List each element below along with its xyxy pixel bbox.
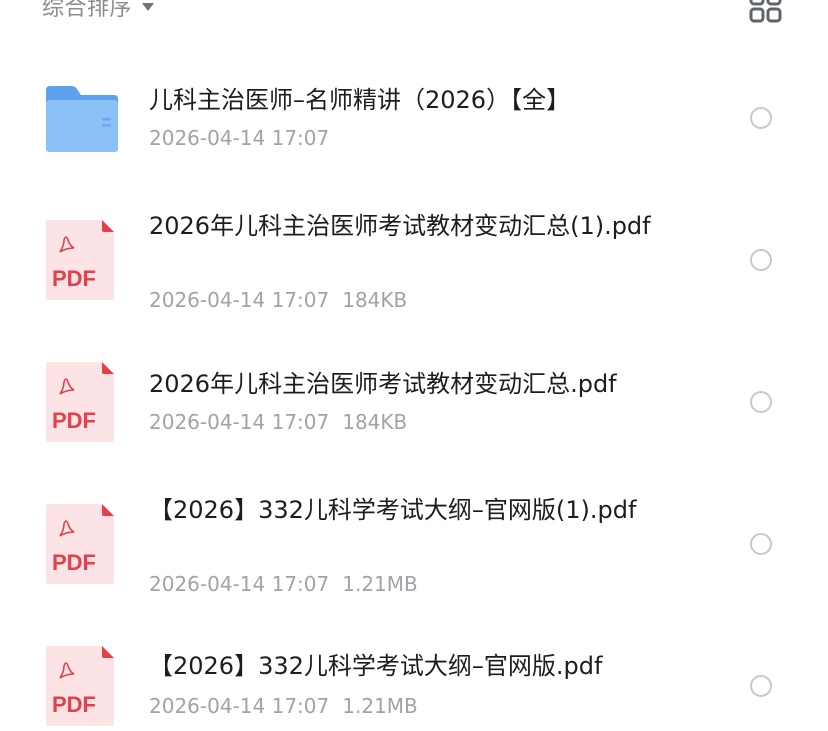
file-date: 2026-04-14 17:07 — [149, 694, 330, 718]
file-list-page: 综合排序 儿科主治医师–名师精讲（2026）【全】 2026-04-14 17:… — [0, 0, 828, 731]
sort-label: 综合排序 — [42, 0, 133, 21]
file-meta: 2026-04-14 17:07 1.21MB — [149, 694, 418, 718]
pdf-file-icon: PDF — [44, 502, 120, 584]
pdf-file-icon: PDF — [44, 218, 120, 300]
select-radio[interactable] — [750, 249, 772, 271]
select-radio[interactable] — [750, 391, 772, 413]
file-meta: 2026-04-14 17:07 184KB — [149, 288, 407, 312]
select-radio[interactable] — [750, 675, 772, 697]
file-meta: 2026-04-14 17:07 1.21MB — [149, 572, 418, 596]
file-size: 184KB — [342, 410, 408, 434]
file-date: 2026-04-14 17:07 — [149, 126, 330, 150]
file-list-item[interactable]: PDF 【2026】332儿科学考试大纲–官网版.pdf 2026-04-14 … — [0, 634, 828, 731]
file-name: 2026年儿科主治医师考试教材变动汇总.pdf — [149, 370, 617, 398]
pdf-icon-text: PDF — [52, 692, 96, 717]
file-size: 184KB — [342, 288, 408, 312]
file-size: 1.21MB — [342, 694, 418, 718]
grid-view-icon[interactable] — [749, 0, 783, 24]
file-list-item[interactable]: PDF 2026年儿科主治医师考试教材变动汇总(1).pdf 2026-04-1… — [0, 200, 828, 320]
file-meta: 2026-04-14 17:07 — [149, 126, 329, 150]
file-size: 1.21MB — [342, 572, 418, 596]
file-meta: 2026-04-14 17:07 184KB — [149, 410, 407, 434]
select-radio[interactable] — [750, 533, 772, 555]
file-name: 【2026】332儿科学考试大纲–官网版.pdf — [149, 652, 603, 680]
caret-down-icon — [142, 3, 155, 11]
pdf-icon-text: PDF — [52, 408, 96, 433]
file-list-item[interactable]: PDF 2026年儿科主治医师考试教材变动汇总.pdf 2026-04-14 1… — [0, 350, 828, 470]
file-name: 儿科主治医师–名师精讲（2026）【全】 — [149, 86, 571, 114]
file-date: 2026-04-14 17:07 — [149, 572, 330, 596]
file-list-item[interactable]: PDF 【2026】332儿科学考试大纲–官网版(1).pdf 2026-04-… — [0, 484, 828, 604]
file-list-item[interactable]: 儿科主治医师–名师精讲（2026）【全】 2026-04-14 17:07 — [0, 70, 828, 190]
toolbar: 综合排序 — [0, 0, 828, 30]
pdf-icon-text: PDF — [52, 266, 96, 291]
file-date: 2026-04-14 17:07 — [149, 288, 330, 312]
folder-icon — [44, 84, 120, 164]
pdf-file-icon: PDF — [44, 644, 120, 726]
file-date: 2026-04-14 17:07 — [149, 410, 330, 434]
pdf-icon-text: PDF — [52, 550, 96, 575]
select-radio[interactable] — [750, 107, 772, 129]
pdf-file-icon: PDF — [44, 360, 120, 442]
sort-button[interactable]: 综合排序 — [42, 0, 155, 24]
file-name: 【2026】332儿科学考试大纲–官网版(1).pdf — [149, 496, 637, 524]
file-name: 2026年儿科主治医师考试教材变动汇总(1).pdf — [149, 212, 651, 240]
